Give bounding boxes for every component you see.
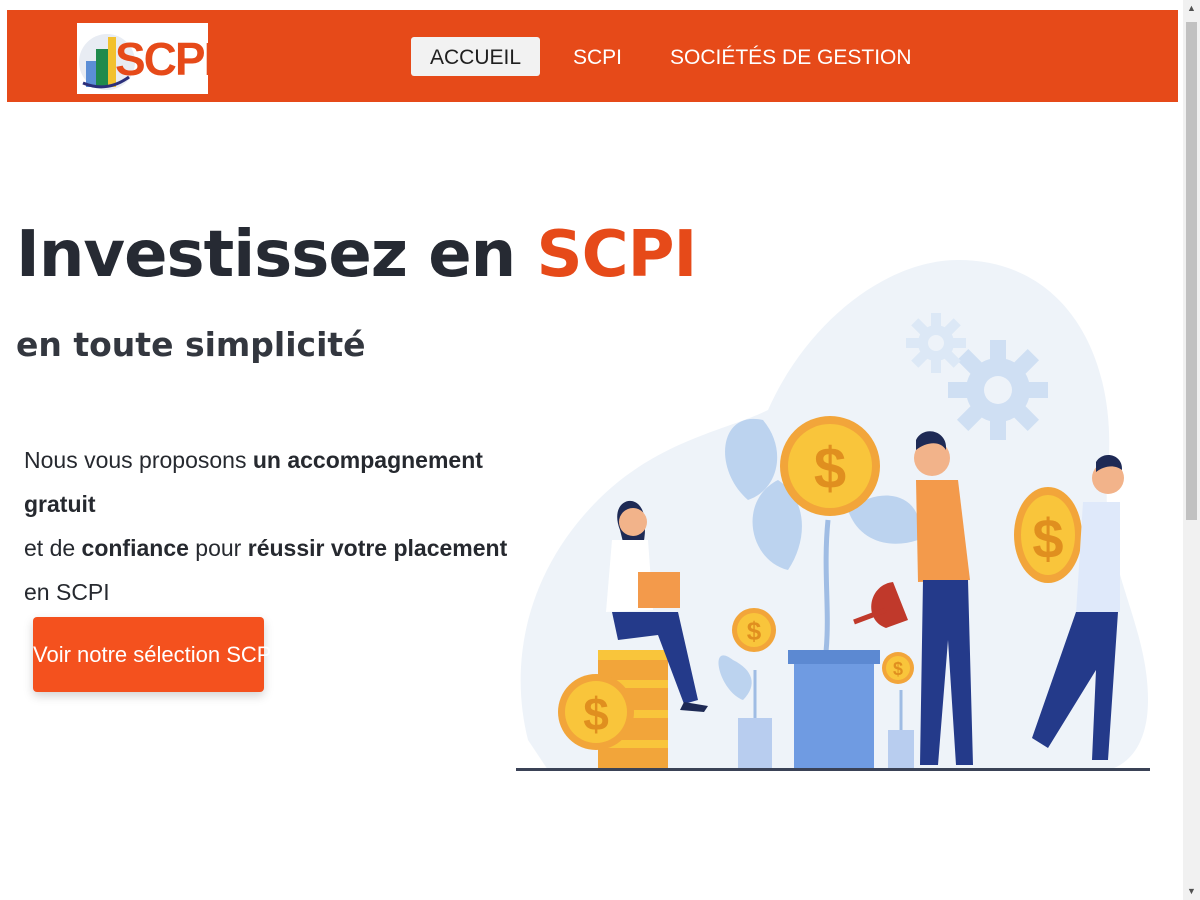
coin-symbol: $ (893, 659, 903, 679)
desc-part-3: pour (188, 535, 248, 561)
scroll-down-icon[interactable]: ▼ (1183, 883, 1200, 900)
vertical-scrollbar[interactable]: ▲ ▼ (1183, 0, 1200, 900)
large-pot-rim (788, 650, 880, 664)
nav-scpi[interactable]: SCPI (573, 37, 622, 76)
dollar-coin-icon-small: $ (882, 652, 914, 684)
coin-symbol: $ (814, 436, 846, 501)
logo-text: SCPI (115, 33, 208, 85)
dollar-coin-icon-held: $ (1014, 487, 1082, 583)
small-pot-right (888, 730, 914, 770)
cta-button[interactable]: Voir notre sélection SCPI (33, 617, 278, 692)
hero-subtitle: en toute simplicité (16, 325, 366, 364)
hero-illustration: $ $ $ $ $ (516, 260, 1150, 771)
coin-symbol: $ (583, 688, 609, 740)
gear-icon-large (948, 340, 1048, 440)
gear-icon-small (906, 313, 966, 373)
top-navbar: SCPI ACCUEIL SCPI SOCIÉTÉS DE GESTION (7, 10, 1178, 102)
scroll-up-icon[interactable]: ▲ (1183, 0, 1200, 17)
desc-part-2: et de (24, 535, 82, 561)
hero-title-main: Investissez en (16, 218, 537, 292)
desc-bold-2: confiance (81, 535, 189, 561)
nav-accueil[interactable]: ACCUEIL (411, 37, 540, 76)
hero-description: Nous vous proposons un accompagnement gr… (24, 438, 514, 614)
dollar-coin-icon-stack: $ (558, 674, 634, 750)
plant-stem (823, 519, 831, 653)
small-pot-left (738, 718, 772, 770)
scrollbar-thumb[interactable] (1186, 22, 1197, 520)
coin-symbol: $ (1032, 507, 1063, 570)
dollar-coin-icon-mid: $ (732, 608, 776, 652)
desc-part-1: Nous vous proposons (24, 447, 253, 473)
ground-line (516, 768, 1150, 771)
coin-symbol: $ (747, 616, 762, 646)
scpi-logo[interactable]: SCPI (77, 23, 208, 94)
large-pot (794, 652, 874, 770)
dollar-coin-icon-main: $ (780, 416, 880, 516)
laptop-icon (638, 572, 680, 608)
desc-part-4: en SCPI (24, 579, 110, 605)
nav-societes-de-gestion[interactable]: SOCIÉTÉS DE GESTION (670, 37, 912, 76)
desc-bold-3: réussir votre placement (247, 535, 508, 561)
